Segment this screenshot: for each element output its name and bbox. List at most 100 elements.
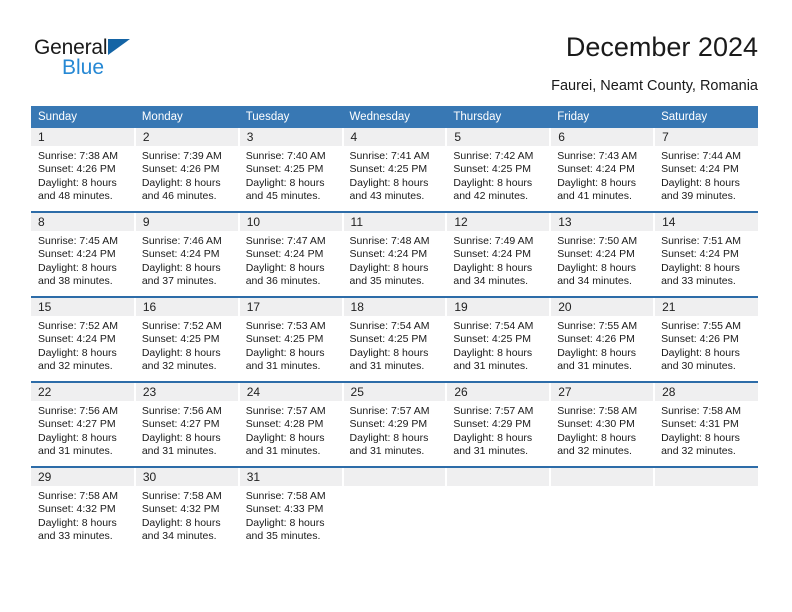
sunrise-text: Sunrise: 7:51 AM — [661, 235, 742, 247]
daylight-text: Daylight: 8 hours — [661, 431, 740, 444]
day-cell[interactable]: Sunrise: 7:58 AM Sunset: 4:33 PM Dayligh… — [238, 486, 343, 552]
page-title: December 2024 — [565, 32, 758, 62]
day-cell[interactable]: Sunrise: 7:56 AM Sunset: 4:27 PM Dayligh… — [134, 401, 239, 468]
sunrise-text: Sunrise: 7:58 AM — [141, 490, 222, 502]
day-cell[interactable]: Sunrise: 7:38 AM Sunset: 4:26 PM Dayligh… — [31, 146, 135, 213]
day-number[interactable]: 11 — [342, 212, 448, 231]
day-cell[interactable]: Sunrise: 7:51 AM Sunset: 4:24 PM Dayligh… — [654, 231, 758, 298]
day-number[interactable]: 17 — [238, 297, 344, 316]
sunrise-text: Sunrise: 7:46 AM — [141, 235, 222, 247]
sunrise-text: Sunrise: 7:43 AM — [557, 150, 638, 162]
day-number[interactable]: 26 — [446, 382, 552, 401]
daylight-text: Daylight: 8 hours — [349, 261, 429, 274]
day-cell[interactable]: Sunrise: 7:44 AM Sunset: 4:24 PM Dayligh… — [654, 146, 758, 213]
day-cell-empty — [654, 486, 758, 552]
day-cell[interactable]: Sunrise: 7:57 AM Sunset: 4:29 PM Dayligh… — [446, 401, 551, 468]
day-number[interactable]: 12 — [446, 212, 552, 231]
day-number[interactable]: 7 — [654, 128, 758, 146]
day-number[interactable]: 5 — [446, 128, 552, 146]
day-number[interactable]: 18 — [342, 297, 448, 316]
day-cell[interactable]: Sunrise: 7:41 AM Sunset: 4:25 PM Dayligh… — [342, 146, 447, 213]
sunset-text: Sunset: 4:28 PM — [245, 418, 324, 431]
sunrise-text: Sunrise: 7:49 AM — [453, 235, 534, 247]
day-number[interactable]: 2 — [134, 128, 240, 146]
calendar-page: General Blue December 2024 Faurei, Neamt… — [0, 0, 792, 612]
daylight-text-cont: and 42 minutes. — [453, 189, 529, 202]
weekday-header-friday: Friday — [550, 106, 655, 128]
day-number[interactable]: 8 — [31, 212, 136, 231]
day-number[interactable]: 13 — [550, 212, 656, 231]
day-number[interactable]: 22 — [31, 382, 136, 401]
week-details: Sunrise: 7:52 AM Sunset: 4:24 PM Dayligh… — [31, 316, 758, 383]
sunset-text: Sunset: 4:26 PM — [141, 163, 220, 176]
day-cell[interactable]: Sunrise: 7:57 AM Sunset: 4:28 PM Dayligh… — [238, 401, 343, 468]
daylight-text-cont: and 31 minutes. — [557, 359, 632, 372]
sunrise-text: Sunrise: 7:57 AM — [453, 405, 534, 417]
daylight-text-cont: and 32 minutes. — [557, 444, 632, 457]
day-number[interactable]: 4 — [342, 128, 448, 146]
sunset-text: Sunset: 4:25 PM — [453, 333, 532, 346]
day-cell[interactable]: Sunrise: 7:57 AM Sunset: 4:29 PM Dayligh… — [342, 401, 447, 468]
logo-triangle-icon — [108, 39, 130, 55]
day-cell[interactable]: Sunrise: 7:40 AM Sunset: 4:25 PM Dayligh… — [238, 146, 343, 213]
day-cell[interactable]: Sunrise: 7:39 AM Sunset: 4:26 PM Dayligh… — [134, 146, 239, 213]
day-cell[interactable]: Sunrise: 7:58 AM Sunset: 4:32 PM Dayligh… — [31, 486, 135, 552]
day-cell[interactable]: Sunrise: 7:56 AM Sunset: 4:27 PM Dayligh… — [31, 401, 135, 468]
day-cell[interactable]: Sunrise: 7:42 AM Sunset: 4:25 PM Dayligh… — [446, 146, 551, 213]
day-number[interactable]: 6 — [550, 128, 656, 146]
daylight-text-cont: and 32 minutes. — [38, 359, 113, 372]
day-cell[interactable]: Sunrise: 7:47 AM Sunset: 4:24 PM Dayligh… — [238, 231, 343, 298]
daylight-text: Daylight: 8 hours — [245, 176, 325, 189]
day-number[interactable]: 9 — [134, 212, 240, 231]
sunset-text: Sunset: 4:29 PM — [349, 418, 428, 431]
day-cell[interactable]: Sunrise: 7:48 AM Sunset: 4:24 PM Dayligh… — [342, 231, 447, 298]
day-number[interactable]: 1 — [31, 128, 136, 146]
weekday-header-saturday: Saturday — [654, 106, 758, 128]
day-number[interactable]: 29 — [31, 467, 136, 486]
day-number[interactable]: 28 — [654, 382, 758, 401]
day-number[interactable]: 10 — [238, 212, 344, 231]
day-number[interactable]: 20 — [550, 297, 656, 316]
day-cell[interactable]: Sunrise: 7:45 AM Sunset: 4:24 PM Dayligh… — [31, 231, 135, 298]
day-number[interactable]: 30 — [134, 467, 240, 486]
day-cell[interactable]: Sunrise: 7:43 AM Sunset: 4:24 PM Dayligh… — [550, 146, 655, 213]
weekday-header-sunday: Sunday — [31, 106, 135, 128]
daylight-text-cont: and 32 minutes. — [141, 359, 217, 372]
daylight-text-cont: and 48 minutes. — [38, 189, 113, 202]
sunrise-text: Sunrise: 7:53 AM — [245, 320, 326, 332]
day-cell[interactable]: Sunrise: 7:54 AM Sunset: 4:25 PM Dayligh… — [446, 316, 551, 383]
day-number[interactable]: 25 — [342, 382, 448, 401]
day-cell[interactable]: Sunrise: 7:49 AM Sunset: 4:24 PM Dayligh… — [446, 231, 551, 298]
day-number[interactable]: 3 — [238, 128, 344, 146]
day-number[interactable]: 14 — [654, 212, 758, 231]
day-number[interactable]: 19 — [446, 297, 552, 316]
day-cell[interactable]: Sunrise: 7:58 AM Sunset: 4:31 PM Dayligh… — [654, 401, 758, 468]
day-number[interactable]: 31 — [238, 467, 344, 486]
day-cell[interactable]: Sunrise: 7:50 AM Sunset: 4:24 PM Dayligh… — [550, 231, 655, 298]
day-number[interactable]: 23 — [134, 382, 240, 401]
day-cell[interactable]: Sunrise: 7:52 AM Sunset: 4:25 PM Dayligh… — [134, 316, 239, 383]
daylight-text: Daylight: 8 hours — [38, 176, 117, 189]
day-cell[interactable]: Sunrise: 7:55 AM Sunset: 4:26 PM Dayligh… — [550, 316, 655, 383]
daylight-text-cont: and 31 minutes. — [245, 359, 321, 372]
day-cell[interactable]: Sunrise: 7:55 AM Sunset: 4:26 PM Dayligh… — [654, 316, 758, 383]
daylight-text: Daylight: 8 hours — [245, 261, 325, 274]
day-number[interactable]: 24 — [238, 382, 344, 401]
sunrise-text: Sunrise: 7:42 AM — [453, 150, 534, 162]
day-number[interactable]: 15 — [31, 297, 136, 316]
daylight-text: Daylight: 8 hours — [141, 516, 221, 529]
general-blue-logo: General Blue — [34, 36, 214, 86]
day-cell[interactable]: Sunrise: 7:46 AM Sunset: 4:24 PM Dayligh… — [134, 231, 239, 298]
daylight-text-cont: and 34 minutes. — [453, 274, 529, 287]
day-number[interactable]: 21 — [654, 297, 758, 316]
day-number[interactable]: 27 — [550, 382, 656, 401]
day-cell[interactable]: Sunrise: 7:58 AM Sunset: 4:30 PM Dayligh… — [550, 401, 655, 468]
daylight-text: Daylight: 8 hours — [349, 431, 429, 444]
day-cell[interactable]: Sunrise: 7:58 AM Sunset: 4:32 PM Dayligh… — [134, 486, 239, 552]
sunrise-text: Sunrise: 7:57 AM — [245, 405, 326, 417]
day-number[interactable]: 16 — [134, 297, 240, 316]
day-cell[interactable]: Sunrise: 7:54 AM Sunset: 4:25 PM Dayligh… — [342, 316, 447, 383]
day-cell[interactable]: Sunrise: 7:52 AM Sunset: 4:24 PM Dayligh… — [31, 316, 135, 383]
day-cell[interactable]: Sunrise: 7:53 AM Sunset: 4:25 PM Dayligh… — [238, 316, 343, 383]
daylight-text: Daylight: 8 hours — [38, 261, 117, 274]
